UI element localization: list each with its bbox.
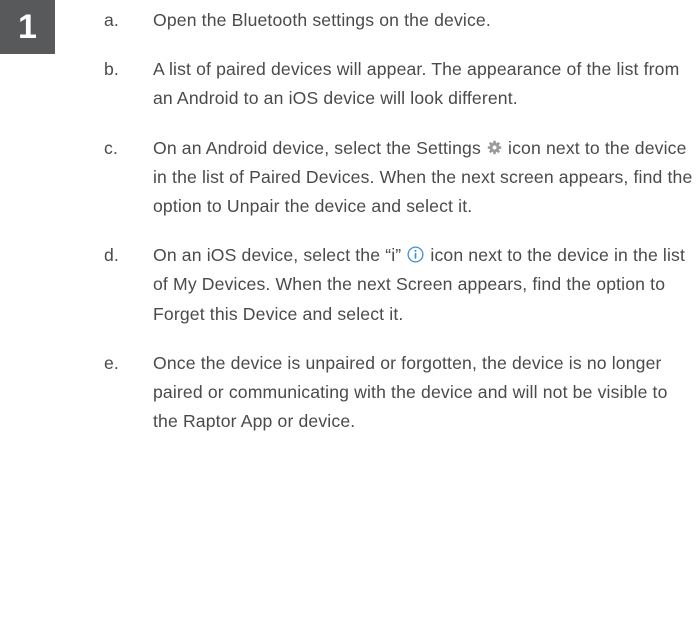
list-item: a. Open the Bluetooth settings on the de… bbox=[104, 6, 699, 35]
list-item: c. On an Android device, select the Sett… bbox=[104, 134, 699, 222]
list-item: e. Once the device is unpaired or forgot… bbox=[104, 349, 699, 437]
item-text: On an Android device, select the Setting… bbox=[153, 134, 699, 222]
item-letter: a. bbox=[104, 10, 119, 30]
item-letter: c. bbox=[104, 137, 118, 158]
info-icon bbox=[407, 243, 424, 263]
item-letter: e. bbox=[104, 352, 119, 373]
list-item: b. A list of paired devices will appear.… bbox=[104, 55, 699, 113]
instruction-list: a. Open the Bluetooth settings on the de… bbox=[104, 6, 699, 456]
item-text-before: On an Android device, select the Setting… bbox=[153, 137, 481, 158]
item-text-before: On an iOS device, select the “i” bbox=[153, 245, 402, 266]
item-text: Once the device is unpaired or forgotten… bbox=[153, 352, 668, 432]
item-letter: d. bbox=[104, 245, 119, 266]
list-item: d. On an iOS device, select the “i” icon… bbox=[104, 241, 699, 329]
gear-icon bbox=[487, 135, 502, 154]
step-number-badge: 1 bbox=[0, 0, 55, 54]
item-text: On an iOS device, select the “i” icon ne… bbox=[153, 241, 699, 329]
item-text: A list of paired devices will appear. Th… bbox=[153, 59, 680, 109]
item-text: Open the Bluetooth settings on the devic… bbox=[153, 10, 491, 30]
item-letter: b. bbox=[104, 59, 119, 80]
